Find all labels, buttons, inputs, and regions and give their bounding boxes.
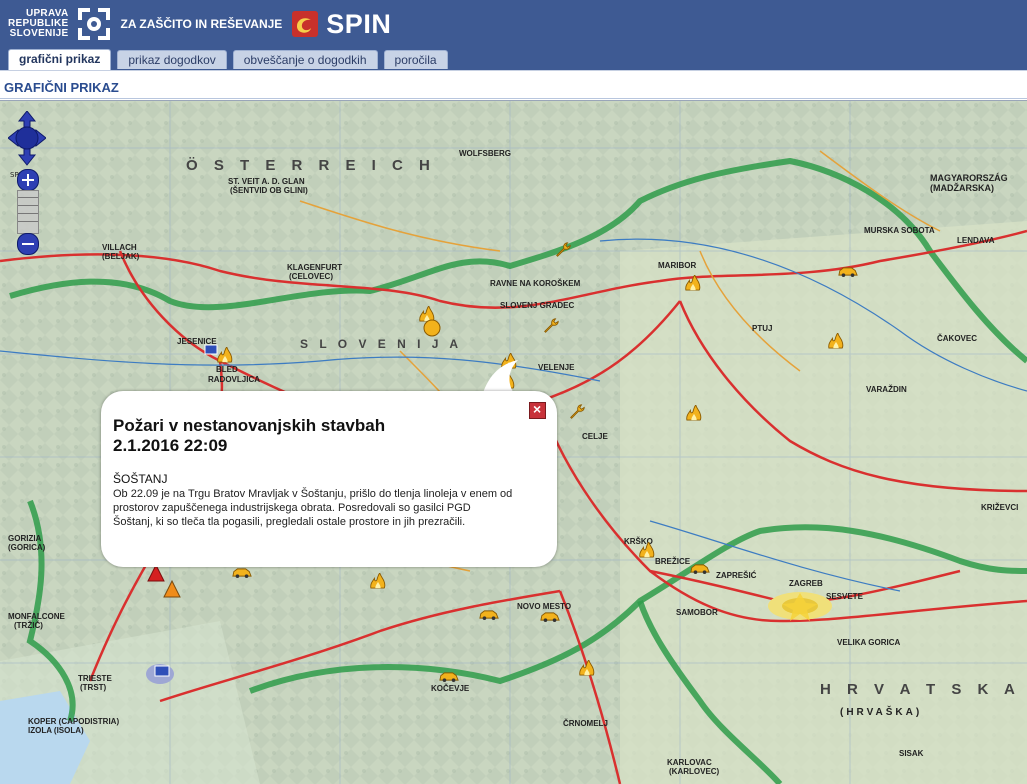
event-popup: Požari v nestanovanjskih stavbah 2.1.201… [101, 391, 557, 567]
zoom-in-icon[interactable] [17, 169, 39, 191]
traffic-accident-marker[interactable] [479, 610, 499, 620]
zoom-out-icon[interactable] [17, 233, 39, 255]
tab-graficni-prikaz[interactable]: grafični prikaz [8, 49, 112, 70]
tab-obvescanje[interactable]: obveščanje o dogodkih [232, 50, 378, 69]
fire-marker[interactable] [217, 347, 233, 363]
logo-group: UPRAVA REPUBLIKE SLOVENIJE ZA ZAŠČITO IN… [8, 6, 391, 42]
traffic-accident-marker[interactable] [232, 568, 252, 578]
zagreb-event-marker[interactable] [782, 593, 818, 621]
popup-title: Požari v nestanovanjskih stavbah 2.1.201… [113, 416, 386, 455]
fire-marker[interactable] [639, 542, 655, 558]
fire-marker[interactable] [419, 306, 435, 322]
station-marker[interactable] [204, 344, 218, 355]
page-title: GRAFIČNI PRIKAZ [4, 80, 119, 95]
app-header: UPRAVA REPUBLIKE SLOVENIJE ZA ZAŠČITO IN… [0, 0, 1027, 70]
technical-intervention-marker[interactable] [556, 242, 571, 257]
main-tabs: grafični prikaz prikaz dogodkov obveščan… [8, 49, 454, 70]
spin-logo-icon [292, 11, 319, 37]
fire-marker[interactable] [828, 333, 844, 349]
technical-intervention-marker[interactable] [544, 318, 559, 333]
popup-description: Ob 22.09 je na Trgu Bratov Mravljak v Šo… [113, 488, 513, 528]
traffic-accident-marker[interactable] [540, 612, 560, 622]
traffic-accident-marker[interactable] [439, 672, 459, 682]
traffic-accident-marker[interactable] [690, 564, 710, 574]
tab-porocila[interactable]: poročila [383, 50, 448, 69]
fire-marker[interactable] [686, 405, 702, 421]
fire-marker[interactable] [370, 573, 386, 589]
app-name: SPIN [326, 8, 392, 39]
event-circle-marker[interactable] [423, 319, 441, 337]
tab-prikaz-dogodkov[interactable]: prikaz dogodkov [117, 50, 227, 69]
tab-underline [0, 70, 1027, 79]
fire-marker[interactable] [579, 660, 595, 676]
close-icon[interactable] [529, 402, 546, 419]
traffic-accident-marker[interactable] [838, 267, 858, 277]
divider [0, 98, 1027, 99]
civil-protection-emblem-icon [74, 4, 114, 44]
technical-intervention-marker[interactable] [570, 404, 585, 419]
org-name: UPRAVA REPUBLIKE SLOVENIJE [8, 8, 69, 39]
fire-marker[interactable] [685, 275, 701, 291]
warning-marker[interactable] [147, 563, 165, 582]
agency-name: ZA ZAŠČITO IN REŠEVANJE [120, 17, 283, 31]
zoom-slider[interactable] [17, 190, 39, 234]
station-marker[interactable] [154, 665, 170, 677]
warning-marker[interactable] [163, 579, 181, 598]
popup-location: ŠOŠTANJ [113, 472, 168, 486]
